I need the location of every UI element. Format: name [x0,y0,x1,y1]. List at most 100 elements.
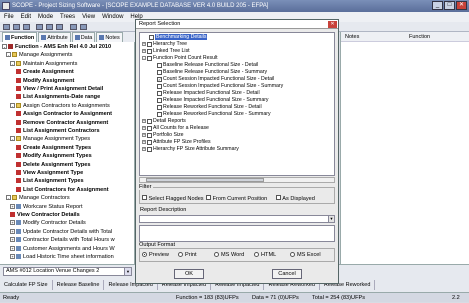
expander-icon[interactable]: + [142,49,146,53]
html-radio[interactable] [254,252,259,258]
report-checkbox[interactable] [149,34,154,40]
right-notes-header[interactable]: Notes [341,32,405,42]
expander-icon[interactable]: - [10,102,15,108]
new-icon[interactable] [3,24,10,30]
menu-mode[interactable]: Mode [38,12,53,22]
report-item[interactable]: + Detail Reports [142,118,186,124]
report-checkbox[interactable] [157,111,162,117]
tree-node[interactable]: List Assignment Types [16,177,84,185]
report-checkbox[interactable]: ✓ [157,76,162,82]
expander-icon[interactable]: + [142,140,146,144]
report-item[interactable]: Baseline Release Functional Size - Detai… [150,62,258,68]
report-checkbox[interactable] [147,55,152,61]
report-item[interactable]: Benchmarking Details [142,34,208,40]
print-icon[interactable] [70,24,77,30]
report-item[interactable]: Release Reworked Functional Size - Detai… [150,104,262,110]
report-checkbox[interactable] [147,41,152,47]
tree-node[interactable]: List Assignment Contractors [16,127,100,135]
expander-icon[interactable]: + [142,147,146,151]
as-displayed-checkbox[interactable] [276,195,281,200]
report-item[interactable]: + All Counts for a Release [142,125,209,131]
report-item[interactable]: Release Impacted Functional Size - Detai… [150,90,260,96]
chevron-down-icon[interactable]: ▼ [124,268,131,275]
msexcel-radio[interactable] [290,252,295,258]
report-checkbox[interactable] [157,83,162,89]
report-checkbox[interactable] [157,97,162,103]
tree-node[interactable]: + Modify Contractor Details [10,219,86,227]
report-checkbox[interactable] [157,69,162,75]
tree-node[interactable]: Remove Contractor Assignment [16,119,108,127]
menu-file[interactable]: File [4,12,14,22]
report-item[interactable]: + Attribute FP Size Profiles [142,139,211,145]
output-print[interactable]: Print [178,252,197,258]
expander-icon[interactable]: - [10,60,15,66]
cancel-button[interactable]: Cancel [272,269,302,279]
report-item[interactable]: + Hierarchy Tree [142,41,187,47]
msword-radio[interactable] [214,252,219,258]
current-position-option[interactable]: From Current Position [206,195,267,202]
as-displayed-option[interactable]: As Displayed [276,195,315,202]
expander-icon[interactable]: + [142,42,146,46]
expander-icon[interactable]: - [2,44,7,50]
tab-attribute[interactable]: Attribute [38,32,71,42]
count-session-combo[interactable]: AMS #012 Location Venue Changes 2 ▼ [3,267,132,276]
expander-icon[interactable]: + [10,237,15,243]
report-checkbox[interactable] [147,146,152,152]
expander-icon[interactable]: - [6,195,11,201]
report-checkbox[interactable] [147,48,152,54]
maximize-button[interactable]: □ [444,1,455,10]
tree-node[interactable]: View Assignment Type [16,169,83,177]
paste-icon[interactable] [56,24,63,30]
tree-node[interactable]: - Manage Assignments [6,51,72,59]
tree-node[interactable]: + Workcare Status Report [10,203,83,211]
bottom-tab[interactable]: Calculate FP Size [0,280,53,290]
print-radio[interactable] [178,252,183,258]
tree-node[interactable]: View / Print Assignment Detail [16,85,103,93]
report-item[interactable]: Count Session Impacted Functional Size -… [150,83,283,89]
report-checkbox[interactable] [147,132,152,138]
flagged-checkbox[interactable] [142,195,147,200]
report-description-dropdown[interactable]: ▼ [139,215,335,223]
tab-notes[interactable]: Notes [96,32,123,42]
expander-icon[interactable]: + [142,133,146,137]
report-checkbox[interactable] [157,104,162,110]
help-icon[interactable] [80,24,87,30]
tree-node[interactable]: - Function - AMS Enh Rel 4.0 Jul 2010 [2,43,111,51]
close-button[interactable]: ✕ [456,1,467,10]
menu-trees[interactable]: Trees [60,12,75,22]
tree-node[interactable]: View Contractor Details [10,211,80,219]
copy-icon[interactable] [46,24,53,30]
report-checkbox[interactable] [157,62,162,68]
tree-node[interactable]: + Customer Assignments and Hours W [10,245,115,253]
flagged-option[interactable]: Select Flagged Nodes [142,195,204,202]
output-html[interactable]: HTML [254,252,276,258]
report-checkbox[interactable] [147,118,152,124]
tree-node[interactable]: Modify Assignment Types [16,152,92,160]
output-msexcel[interactable]: MS Excel [290,252,321,258]
report-item[interactable]: - Function Point Count Result [142,55,218,61]
tree-node[interactable]: - Maintain Assignments [10,60,77,68]
expander-icon[interactable]: - [6,52,11,58]
report-item[interactable]: ✓ Count Session Impacted Functional Size … [150,76,274,82]
expander-icon[interactable]: - [142,56,146,60]
expander-icon[interactable]: + [10,220,15,226]
tree-node[interactable]: + Contractor Details with Total Hours w [10,236,115,244]
bottom-tab[interactable]: Release Baseline [53,280,105,290]
current-position-checkbox[interactable] [206,195,211,200]
tree-node[interactable]: + Update Contractor Details with Total [10,228,112,236]
menu-view[interactable]: View [82,12,95,22]
save-icon[interactable] [23,24,30,30]
tree-node[interactable]: - Assign Contractors to Assignments [10,102,110,110]
chevron-down-icon[interactable]: ▼ [328,216,334,222]
tree-node[interactable]: Delete Assignment Types [16,161,90,169]
report-item[interactable]: + Linked Tree List [142,48,190,54]
tab-function[interactable]: Function [2,32,38,42]
tab-data[interactable]: Data [71,32,96,42]
expander-icon[interactable]: + [142,126,146,130]
right-function-header[interactable]: Function [405,32,469,42]
tree-node[interactable]: - Manage Contractors [6,194,70,202]
tree-node[interactable]: Modify Assignment [16,77,74,85]
expander-icon[interactable]: - [10,136,15,142]
tree-node[interactable]: List Assignments-Date range [16,93,100,101]
minimize-button[interactable]: _ [432,1,443,10]
